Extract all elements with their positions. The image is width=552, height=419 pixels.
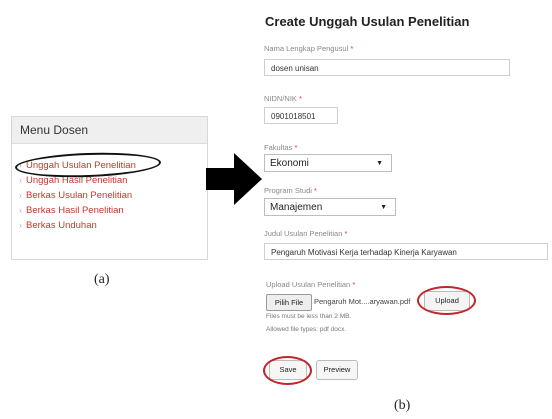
fakultas-select[interactable]: Ekonomi ▼ bbox=[264, 154, 392, 172]
file-size-hint: Files must be less than 2 MB. bbox=[266, 313, 352, 320]
file-types-hint: Allowed file types: pdf docx. bbox=[266, 326, 347, 333]
dosen-menu-panel: Menu Dosen › Unggah Usulan Penelitian › … bbox=[11, 116, 208, 260]
menu-item-label: Berkas Usulan Penelitian bbox=[26, 190, 133, 201]
highlight-ellipse-upload bbox=[417, 286, 476, 315]
nidn-label: NIDN/NIK * bbox=[264, 94, 302, 103]
right-arrow-icon bbox=[206, 153, 262, 205]
preview-button[interactable]: Preview bbox=[316, 360, 358, 380]
highlight-ellipse-menu bbox=[14, 150, 162, 180]
menu-title: Menu Dosen bbox=[12, 117, 207, 144]
judul-label: Judul Usulan Penelitian * bbox=[264, 229, 348, 238]
caption-a: (a) bbox=[94, 272, 110, 287]
chevron-right-icon: › bbox=[19, 206, 22, 215]
choose-file-button[interactable]: Pilih File bbox=[266, 294, 312, 311]
fakultas-label: Fakultas * bbox=[264, 143, 298, 152]
fakultas-selected: Ekonomi bbox=[270, 158, 309, 169]
prodi-select[interactable]: Manajemen ▼ bbox=[264, 198, 396, 216]
menu-item-berkas-usulan[interactable]: › Berkas Usulan Penelitian bbox=[12, 188, 136, 203]
upload-label: Upload Usulan Penelitian * bbox=[266, 280, 356, 289]
chosen-file-name: Pengaruh Mot....aryawan.pdf bbox=[314, 297, 411, 306]
caret-down-icon: ▼ bbox=[380, 204, 387, 211]
menu-item-label: Berkas Hasil Penelitian bbox=[26, 205, 124, 216]
nidn-input[interactable]: 0901018501 bbox=[264, 107, 338, 124]
prodi-selected: Manajemen bbox=[270, 202, 323, 213]
caption-b: (b) bbox=[394, 398, 411, 413]
judul-input[interactable]: Pengaruh Motivasi Kerja terhadap Kinerja… bbox=[264, 243, 548, 260]
nama-label: Nama Lengkap Pengusul * bbox=[264, 44, 354, 53]
caret-down-icon: ▼ bbox=[376, 160, 383, 167]
nama-input[interactable]: dosen unisan bbox=[264, 59, 510, 76]
chevron-right-icon: › bbox=[19, 191, 22, 200]
form-title: Create Unggah Usulan Penelitian bbox=[265, 14, 470, 29]
menu-item-berkas-hasil[interactable]: › Berkas Hasil Penelitian bbox=[12, 203, 136, 218]
chevron-right-icon: › bbox=[19, 221, 22, 230]
chevron-right-icon: › bbox=[19, 176, 22, 185]
menu-item-label: Berkas Unduhan bbox=[26, 220, 97, 231]
menu-item-berkas-unduhan[interactable]: › Berkas Unduhan bbox=[12, 218, 136, 233]
prodi-label: Program Studi * bbox=[264, 186, 317, 195]
highlight-ellipse-save bbox=[263, 356, 312, 385]
